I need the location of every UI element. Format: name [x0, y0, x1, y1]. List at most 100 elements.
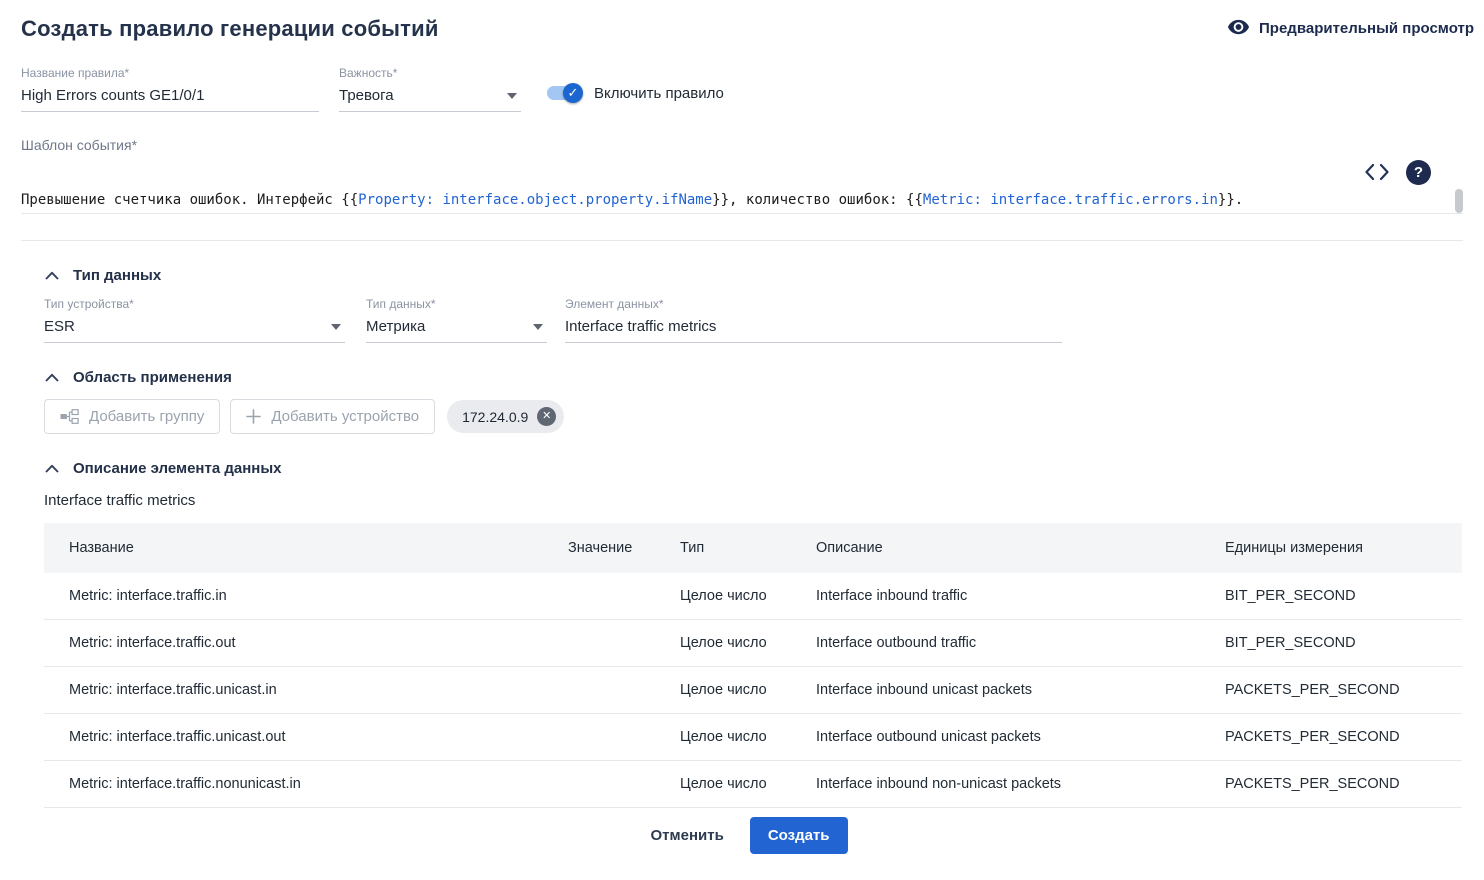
cell-type: Целое число	[668, 573, 804, 620]
data-kind-field: Тип данных* Метрика	[366, 297, 547, 343]
cell-value	[556, 619, 668, 667]
template-toolbar: ?	[0, 159, 1431, 185]
chip-remove-icon[interactable]: ✕	[537, 407, 557, 426]
cell-units: BIT_PER_SECOND	[1213, 573, 1462, 620]
preview-label: Предварительный просмотр	[1259, 19, 1474, 37]
cell-description: Interface inbound non-unicast packets	[804, 760, 1213, 808]
data-type-fields-row: Тип устройства* ESR Тип данных* Метрика …	[44, 297, 1484, 343]
chevron-down-icon	[331, 323, 341, 330]
rule-name-field: Название правила*	[21, 66, 319, 112]
collapse-chevron-up-icon[interactable]	[44, 371, 60, 384]
cancel-button[interactable]: Отменить	[637, 818, 738, 853]
data-type-section-header: Тип данных	[44, 267, 1484, 284]
cell-name: Metric: interface.traffic.in	[44, 573, 556, 620]
data-element-subtitle: Interface traffic metrics	[44, 492, 196, 509]
scope-section-title: Область применения	[73, 369, 232, 386]
editor-scrollbar[interactable]	[1455, 189, 1463, 213]
cell-units: BIT_PER_SECOND	[1213, 619, 1462, 667]
cell-units: PACKETS_PER_SECOND	[1213, 713, 1462, 761]
template-text-line: Превышение счетчика ошибок. Интерфейс {{…	[21, 188, 1463, 214]
code-icon[interactable]	[1363, 162, 1391, 182]
enable-rule-toggle[interactable]: ✓	[546, 83, 583, 103]
add-device-button[interactable]: Добавить устройство	[230, 399, 436, 434]
template-token-property: Property: interface.object.property.ifNa…	[358, 192, 713, 208]
data-element-label: Элемент данных*	[565, 297, 664, 311]
event-template-editor[interactable]: Превышение счетчика ошибок. Интерфейс {{…	[21, 188, 1463, 241]
rule-name-input[interactable]	[21, 82, 319, 112]
cell-name: Metric: interface.traffic.nonunicast.in	[44, 760, 556, 808]
table-row: Metric: interface.traffic.in Целое число…	[44, 573, 1462, 620]
severity-select[interactable]: Тревога	[339, 82, 521, 112]
col-header-units: Единицы измерения	[1213, 523, 1462, 573]
data-kind-label: Тип данных*	[366, 297, 436, 311]
device-type-label: Тип устройства*	[44, 297, 134, 311]
rule-basics-row: Название правила* Важность* Тревога ✓ Вк…	[21, 66, 1484, 112]
scope-section-header: Область применения	[44, 369, 1484, 386]
create-button[interactable]: Создать	[749, 817, 848, 854]
eye-icon	[1227, 19, 1250, 37]
table-row: Metric: interface.traffic.out Целое числ…	[44, 619, 1462, 667]
scope-controls-row: Добавить группу Добавить устройство 172.…	[44, 399, 1484, 434]
device-type-select[interactable]: ESR	[44, 313, 345, 343]
collapse-chevron-up-icon[interactable]	[44, 462, 60, 475]
help-icon[interactable]: ?	[1406, 159, 1431, 185]
cell-value	[556, 666, 668, 714]
cell-description: Interface outbound traffic	[804, 619, 1213, 667]
device-chip-label: 172.24.0.9	[462, 408, 529, 425]
template-plain-2: }}, количество ошибок: {{	[712, 192, 923, 208]
cell-type: Целое число	[668, 713, 804, 761]
severity-value: Тревога	[339, 87, 394, 104]
cell-value	[556, 573, 668, 620]
footer-actions: Отменить Создать	[0, 817, 1484, 854]
cell-name: Metric: interface.traffic.unicast.out	[44, 713, 556, 761]
cell-description: Interface inbound traffic	[804, 573, 1213, 620]
description-section-title: Описание элемента данных	[73, 460, 282, 477]
chevron-down-icon	[507, 92, 517, 99]
enable-rule-label: Включить правило	[594, 84, 724, 102]
col-header-type: Тип	[668, 523, 804, 573]
col-header-value: Значение	[556, 523, 668, 573]
cell-type: Целое число	[668, 666, 804, 714]
cell-value	[556, 713, 668, 761]
cell-units: PACKETS_PER_SECOND	[1213, 760, 1462, 808]
group-tree-icon	[60, 409, 79, 424]
template-plain-3: }}.	[1217, 192, 1244, 208]
description-section-header: Описание элемента данных	[44, 460, 1484, 477]
template-token-metric: Metric: interface.traffic.errors.in	[922, 192, 1218, 208]
table-row: Metric: interface.traffic.nonunicast.in …	[44, 760, 1462, 808]
data-kind-select[interactable]: Метрика	[366, 313, 547, 343]
add-device-label: Добавить устройство	[271, 408, 420, 425]
cell-type: Целое число	[668, 619, 804, 667]
severity-label: Важность*	[339, 66, 398, 80]
col-header-description: Описание	[804, 523, 1213, 573]
cell-description: Interface outbound unicast packets	[804, 713, 1213, 761]
cell-value	[556, 760, 668, 808]
cell-name: Metric: interface.traffic.out	[44, 619, 556, 667]
chevron-down-icon	[533, 323, 543, 330]
data-element-input[interactable]	[565, 313, 1062, 343]
data-element-field: Элемент данных*	[565, 297, 1062, 343]
device-type-value: ESR	[44, 318, 75, 335]
data-kind-value: Метрика	[366, 318, 426, 335]
collapse-chevron-up-icon[interactable]	[44, 269, 60, 282]
create-event-rule-page: Создать правило генерации событий Предва…	[0, 0, 1484, 880]
table-row: Metric: interface.traffic.unicast.out Це…	[44, 713, 1462, 761]
preview-button[interactable]: Предварительный просмотр	[1227, 16, 1474, 37]
cell-description: Interface inbound unicast packets	[804, 666, 1213, 714]
template-plain-1: Превышение счетчика ошибок. Интерфейс {{	[21, 192, 359, 208]
severity-field: Важность* Тревога	[339, 66, 521, 112]
device-chip: 172.24.0.9 ✕	[447, 400, 565, 433]
data-type-section-title: Тип данных	[73, 267, 162, 284]
page-title: Создать правило генерации событий	[21, 16, 439, 41]
enable-rule-group: ✓ Включить правило	[546, 66, 724, 103]
toggle-knob-check-icon: ✓	[563, 83, 583, 103]
rule-name-label: Название правила*	[21, 66, 130, 80]
cell-units: PACKETS_PER_SECOND	[1213, 666, 1462, 714]
plus-icon	[246, 409, 262, 424]
add-group-button[interactable]: Добавить группу	[44, 399, 221, 434]
device-type-field: Тип устройства* ESR	[44, 297, 345, 343]
table-header-row: Название Значение Тип Описание Единицы и…	[44, 523, 1462, 573]
table-row: Metric: interface.traffic.unicast.in Цел…	[44, 666, 1462, 714]
col-header-name: Название	[44, 523, 556, 573]
event-template-label: Шаблон события*	[21, 137, 138, 153]
